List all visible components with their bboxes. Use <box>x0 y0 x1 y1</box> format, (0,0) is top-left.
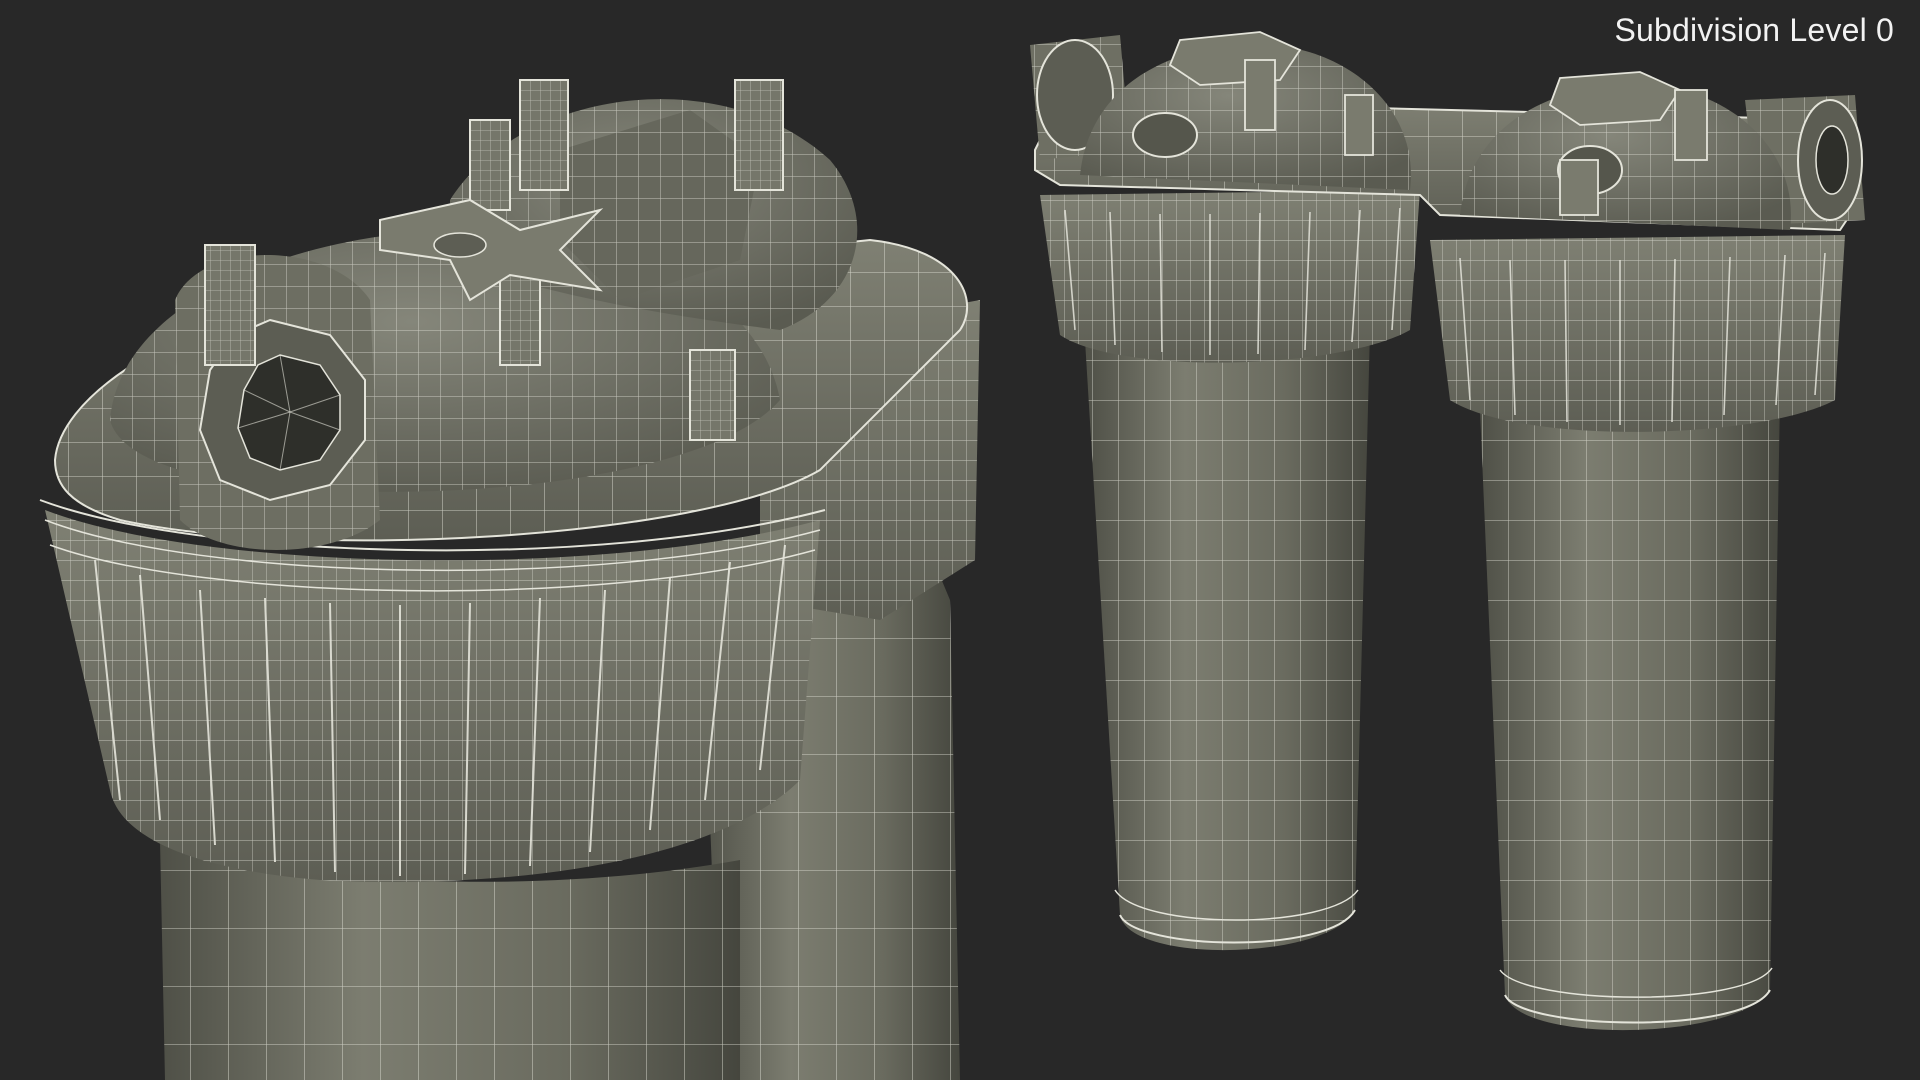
wireframe-render <box>39 31 1865 1080</box>
closeup-filter-housing <box>39 79 980 1080</box>
subdivision-level-label: Subdivision Level 0 <box>1614 12 1894 48</box>
render-viewport: Subdivision Level 0 <box>0 0 1920 1080</box>
twin-filter-assembly <box>1030 31 1865 1031</box>
